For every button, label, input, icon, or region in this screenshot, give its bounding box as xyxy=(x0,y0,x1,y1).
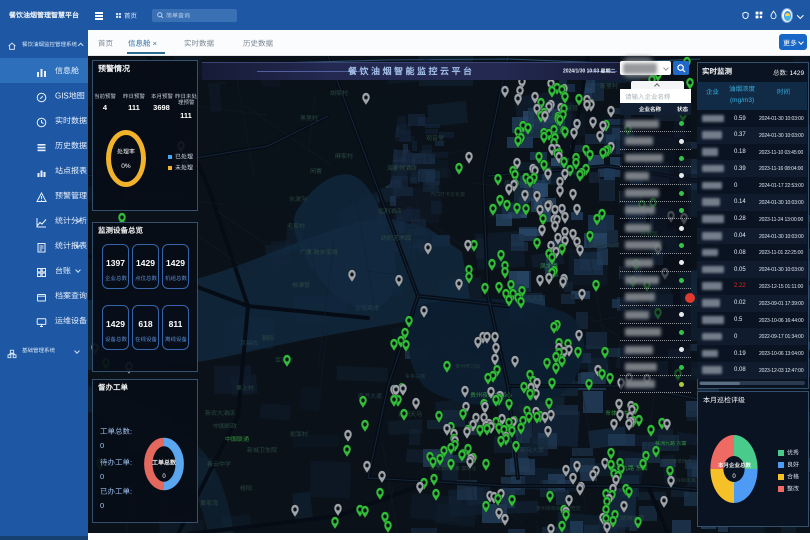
svg-text::: : xyxy=(130,458,132,467)
svg-text::: : xyxy=(130,487,132,496)
svg-text:×: × xyxy=(153,39,157,48)
svg-text:3: 3 xyxy=(596,69,599,75)
svg-text:0: 0 xyxy=(583,69,586,75)
svg-text::: : xyxy=(786,69,788,76)
svg-text::: : xyxy=(130,427,132,436)
svg-text:S: S xyxy=(63,91,68,100)
svg-text:9: 9 xyxy=(800,69,804,76)
